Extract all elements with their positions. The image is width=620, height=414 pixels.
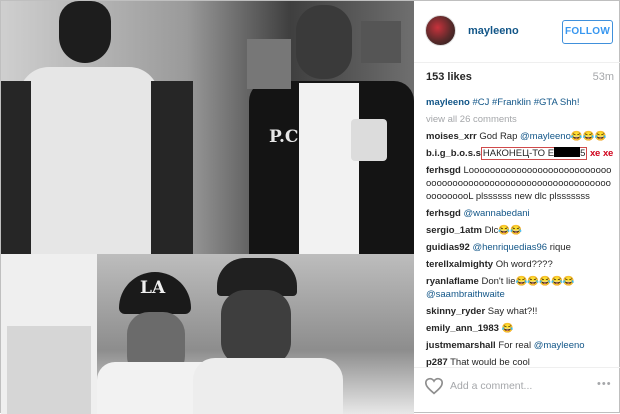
post-footer: Add a comment... ••• <box>414 367 620 414</box>
comment-text: Oh word???? <box>495 259 553 270</box>
comment-text: God Rap <box>479 131 518 142</box>
list-item: ryanlaflame Don't lie😂😂😂😂😂 @saambraithwa… <box>426 275 616 301</box>
figure-right-head <box>296 5 352 79</box>
figure-left-head <box>59 1 111 63</box>
caption-user[interactable]: mayleeno <box>426 97 470 108</box>
comment-mention[interactable]: @henriquedias96 <box>472 242 547 253</box>
comment-text: Dlc😂😂 <box>484 225 523 236</box>
caption-text[interactable]: #CJ #Franklin #GTA Shh! <box>472 97 579 108</box>
red-annotation: хе хе <box>590 148 614 159</box>
likes-count[interactable]: 153 likes <box>426 71 472 83</box>
list-item: guidias92 @henriquedias96 rique <box>426 241 616 254</box>
comment-user[interactable]: ferhsgd <box>426 165 461 176</box>
comment-mention[interactable]: @mayleeno <box>534 340 585 351</box>
comment-mention[interactable]: @mayleeno <box>520 131 571 142</box>
figure-left-arm-right <box>151 81 193 254</box>
post-photo[interactable]: P.C LA <box>1 1 414 414</box>
comment-user[interactable]: sergio_1atm <box>426 225 482 236</box>
comment-user[interactable]: emily_ann_1983 <box>426 323 499 334</box>
list-item: ferhsgd Looooooooooooooooooooooooooooooo… <box>426 164 616 203</box>
figure-right-shirt <box>299 83 359 254</box>
add-comment-input[interactable]: Add a comment... <box>450 380 532 392</box>
heart-icon[interactable] <box>424 377 444 395</box>
man-right-face <box>221 290 291 366</box>
caption: mayleeno #CJ #Franklin #GTA Shh! <box>426 96 616 109</box>
comment-user[interactable]: ryanlaflame <box>426 276 479 287</box>
photo-hand-area <box>7 326 91 414</box>
list-item: moises_xrr God Rap @mayleeno😂😂😂 <box>426 130 616 143</box>
comment-user[interactable]: ferhsgd <box>426 208 461 219</box>
figure-left-arm <box>1 81 31 254</box>
avatar[interactable] <box>425 15 456 46</box>
list-item: emily_ann_1983 😂 <box>426 322 616 335</box>
photo-panel-bottom: LA <box>97 254 414 414</box>
comment-user[interactable]: justmemarshall <box>426 340 496 351</box>
list-item: justmemarshall For real @mayleeno <box>426 339 616 352</box>
comment-mention[interactable]: @wannabedani <box>463 208 529 219</box>
follow-button[interactable]: FOLLOW <box>562 20 613 44</box>
comment-text-tail: 5 <box>580 148 586 159</box>
comment-user[interactable]: skinny_ryder <box>426 306 485 317</box>
more-options-icon[interactable]: ••• <box>597 378 612 390</box>
cap-letters: LA <box>140 278 166 298</box>
comment-text: Don't lie😂😂😂😂😂 <box>481 276 575 287</box>
list-item: terellxalmighty Oh word???? <box>426 258 616 271</box>
comments-list: mayleeno #CJ #Franklin #GTA Shh! view al… <box>426 96 616 373</box>
comment-text: rique <box>549 242 571 253</box>
post-sidebar: mayleeno FOLLOW 153 likes 53m mayleeno #… <box>414 1 620 414</box>
jacket-patch <box>351 119 387 161</box>
photo-panel-bottom-left <box>1 254 97 414</box>
comment-text: НАКОНЕЦ-ТО Е <box>482 148 555 159</box>
photo-panel-top: P.C <box>1 1 414 254</box>
list-item: sergio_1atm Dlc😂😂 <box>426 224 616 237</box>
comment-user[interactable]: guidias92 <box>426 242 470 253</box>
jacket-letters: P.C <box>269 127 299 147</box>
comment-user[interactable]: b.i.g_b.o.s.s <box>426 148 481 159</box>
comment-user[interactable]: moises_xrr <box>426 131 477 142</box>
figure-left-tanktop <box>19 67 159 254</box>
comment-emoji: 😂😂😂 <box>570 131 607 142</box>
instagram-post-window: P.C LA mayleeno FOLLOW 153 likes 53m may… <box>0 0 620 414</box>
rack-jacket-2 <box>361 21 401 63</box>
list-item: ferhsgd @wannabedani <box>426 207 616 220</box>
man-right-shirt <box>193 358 343 414</box>
post-username[interactable]: mayleeno <box>468 25 519 37</box>
highlight-box: НАКОНЕЦ-ТО Е 5 <box>480 147 588 160</box>
list-item: skinny_ryder Say what?!! <box>426 305 616 318</box>
list-item: b.i.g_b.o.s.s НАКОНЕЦ-ТО Е 5 хе хе <box>426 147 616 160</box>
redaction-bar <box>554 147 581 157</box>
view-all-comments-link[interactable]: view all 26 comments <box>426 113 616 126</box>
post-time[interactable]: 53m <box>593 71 614 83</box>
comment-text: Say what?!! <box>487 306 538 317</box>
comment-emoji: 😂 <box>501 323 514 334</box>
comment-user[interactable]: terellxalmighty <box>426 259 493 270</box>
post-header: mayleeno FOLLOW <box>414 1 620 63</box>
comment-mention[interactable]: @saambraithwaite <box>426 289 505 300</box>
rack-jacket <box>247 39 291 89</box>
comment-text: For real <box>498 340 532 351</box>
